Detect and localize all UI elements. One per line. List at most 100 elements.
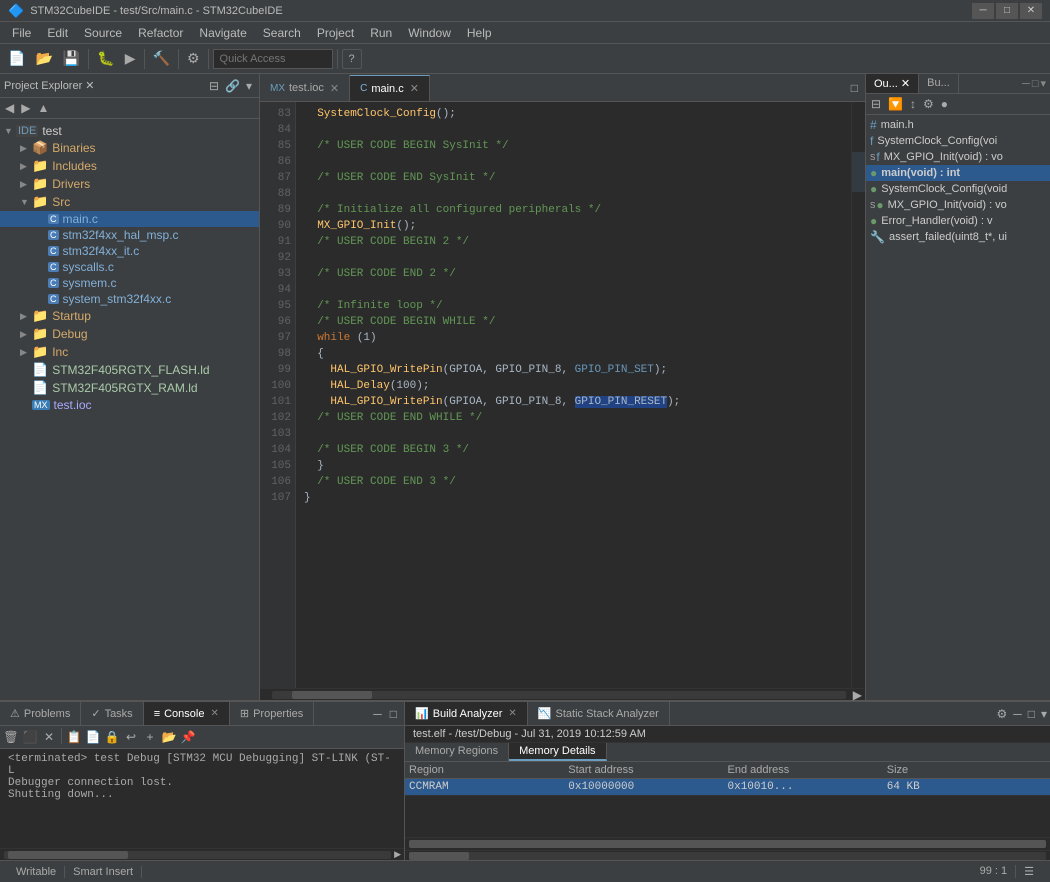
save-button[interactable]: 💾 [59, 47, 84, 71]
pin-console-button[interactable]: 📌 [179, 728, 197, 746]
editor-horizontal-scrollbar[interactable]: ▶ [260, 688, 865, 700]
tree-item-hal-msp[interactable]: C stm32f4xx_hal_msp.c [0, 227, 259, 243]
panel-menu-button[interactable]: ▾ [243, 78, 255, 94]
open-button[interactable]: 📂 [31, 47, 56, 71]
tab-build-analyzer[interactable]: 📊 Build Analyzer ✕ [405, 702, 528, 725]
tree-item-test[interactable]: ▼ IDE test [0, 123, 259, 139]
tree-item-drivers[interactable]: ▶ 📁 Drivers [0, 175, 259, 193]
menu-item-edit[interactable]: Edit [39, 24, 76, 42]
build-menu-button[interactable]: ▾ [1038, 706, 1050, 722]
h-scroll-thumb[interactable] [292, 691, 372, 699]
tab-console[interactable]: ≡ Console ✕ [144, 702, 230, 725]
tab-outline[interactable]: Ou... ✕ [866, 74, 919, 93]
build-minimize-button[interactable]: ─ [1010, 706, 1025, 722]
outline-filter[interactable]: 🔽 [885, 96, 906, 112]
outline-item-main[interactable]: ● main(void) : int [866, 165, 1050, 181]
outline-item-sysclock[interactable]: f SystemClock_Config(voi [866, 133, 1050, 149]
paste-console-button[interactable]: 📄 [84, 728, 102, 746]
tree-item-sysmem[interactable]: C sysmem.c [0, 275, 259, 291]
close-button[interactable]: ✕ [1020, 3, 1042, 19]
outline-item-assert-failed[interactable]: 🔧 assert_failed(uint8_t*, ui [866, 229, 1050, 245]
scroll-lock-button[interactable]: 🔒 [103, 728, 121, 746]
outline-extra[interactable]: ● [938, 96, 951, 112]
tab-properties[interactable]: ⊞ Properties [230, 702, 314, 725]
tree-item-src[interactable]: ▼ 📁 Src [0, 193, 259, 211]
back-button[interactable]: ◀ [2, 100, 17, 116]
code-content[interactable]: SystemClock_Config(); /* USER CODE BEGIN… [296, 102, 851, 688]
tree-item-debug[interactable]: ▶ 📁 Debug [0, 325, 259, 343]
link-editor-button[interactable]: 🔗 [222, 78, 243, 94]
tree-item-includes[interactable]: ▶ 📁 Includes [0, 157, 259, 175]
tab-tasks[interactable]: ✓ Tasks [81, 702, 143, 725]
menu-item-run[interactable]: Run [362, 24, 400, 42]
right-panel-menu[interactable]: ▾ [1040, 77, 1046, 90]
build-h-scrollbar[interactable] [405, 850, 1050, 860]
minimize-bottom-button[interactable]: ─ [370, 706, 385, 722]
tree-item-ram-ld[interactable]: 📄 STM32F405RGTX_RAM.ld [0, 379, 259, 397]
console-scroll-right[interactable]: ▶ [391, 848, 404, 861]
outline-collapse[interactable]: ⊟ [868, 96, 884, 112]
menu-item-file[interactable]: File [4, 24, 39, 42]
maximize-right-panel[interactable]: □ [1032, 78, 1039, 90]
outline-item-mx-gpio[interactable]: S ● MX_GPIO_Init(void) : vo [866, 197, 1050, 213]
tab-build-outline[interactable]: Bu... [919, 74, 959, 93]
subtab-memory-details[interactable]: Memory Details [509, 743, 606, 761]
minimize-button[interactable]: ─ [972, 3, 994, 19]
tree-item-ioc[interactable]: MX test.ioc [0, 397, 259, 413]
tree-item-system-stm[interactable]: C system_stm32f4xx.c [0, 291, 259, 307]
outline-item-mx-gpio-s[interactable]: S f MX_GPIO_Init(void) : vo [866, 149, 1050, 165]
tree-item-syscalls[interactable]: C syscalls.c [0, 259, 259, 275]
tab-main-c[interactable]: C main.c ✕ [350, 75, 430, 101]
copy-console-button[interactable]: 📋 [65, 728, 83, 746]
table-row[interactable]: CCMRAM 0x10000000 0x10010... 64 KB [405, 779, 1050, 796]
menu-item-window[interactable]: Window [400, 24, 459, 42]
build-v-scrollbar-thumb[interactable] [409, 840, 1046, 848]
outline-item-sysclock2[interactable]: ● SystemClock_Config(void [866, 181, 1050, 197]
menu-item-search[interactable]: Search [255, 24, 309, 42]
new-console-button[interactable]: + [141, 728, 159, 746]
run-button[interactable]: ▶ [121, 47, 140, 71]
minimize-right-panel[interactable]: ─ [1022, 78, 1030, 90]
quick-access-search[interactable] [213, 49, 333, 69]
tab-close-console[interactable]: ✕ [210, 708, 218, 719]
build-maximize-button[interactable]: □ [1025, 706, 1038, 722]
tree-item-hal-it[interactable]: C stm32f4xx_it.c [0, 243, 259, 259]
tab-problems[interactable]: ⚠ Problems [0, 702, 81, 725]
clear-console-button[interactable]: 🗑 [2, 728, 20, 746]
help-button[interactable]: ? [342, 49, 362, 69]
console-h-scrollbar[interactable]: ▶ [0, 848, 404, 860]
console-scroll-thumb[interactable] [8, 851, 128, 859]
collapse-all-button[interactable]: ⊟ [206, 78, 222, 94]
outline-item-main-h[interactable]: # main.h [866, 117, 1050, 133]
outline-item-error-handler[interactable]: ● Error_Handler(void) : v [866, 213, 1050, 229]
tab-close-ioc[interactable]: ✕ [330, 82, 339, 95]
tree-item-inc[interactable]: ▶ 📁 Inc [0, 343, 259, 361]
outline-sort[interactable]: ↕ [907, 96, 919, 112]
maximize-bottom-button[interactable]: □ [387, 706, 400, 722]
tab-static-stack[interactable]: 📉 Static Stack Analyzer [528, 702, 670, 725]
menu-item-project[interactable]: Project [309, 24, 362, 42]
tree-item-startup[interactable]: ▶ 📁 Startup [0, 307, 259, 325]
tab-test-ioc[interactable]: MX test.ioc ✕ [260, 75, 350, 101]
open-console-button[interactable]: 📂 [160, 728, 178, 746]
maximize-button[interactable]: □ [996, 3, 1018, 19]
h-scroll-track[interactable] [272, 691, 846, 699]
tab-close-build[interactable]: ✕ [508, 708, 516, 719]
build-v-scrollbar-track[interactable] [409, 840, 1046, 848]
stop-console-button[interactable]: ⬛ [21, 728, 39, 746]
menu-item-source[interactable]: Source [76, 24, 130, 42]
tree-item-binaries[interactable]: ▶ 📦 Binaries [0, 139, 259, 157]
tab-close-main[interactable]: ✕ [410, 82, 419, 95]
build-h-thumb[interactable] [409, 852, 469, 860]
menu-item-help[interactable]: Help [459, 24, 500, 42]
forward-button[interactable]: ▶ [18, 100, 33, 116]
remove-console-button[interactable]: ✕ [40, 728, 58, 746]
subtab-memory-regions[interactable]: Memory Regions [405, 743, 509, 761]
maximize-editor-button[interactable]: □ [848, 80, 861, 96]
settings-button[interactable]: ⚙ [183, 47, 204, 71]
menu-item-navigate[interactable]: Navigate [191, 24, 254, 42]
tree-item-main-c[interactable]: C main.c [0, 211, 259, 227]
outline-settings[interactable]: ⚙ [920, 96, 937, 112]
console-scroll-track[interactable] [4, 851, 391, 859]
menu-item-refactor[interactable]: Refactor [130, 24, 191, 42]
